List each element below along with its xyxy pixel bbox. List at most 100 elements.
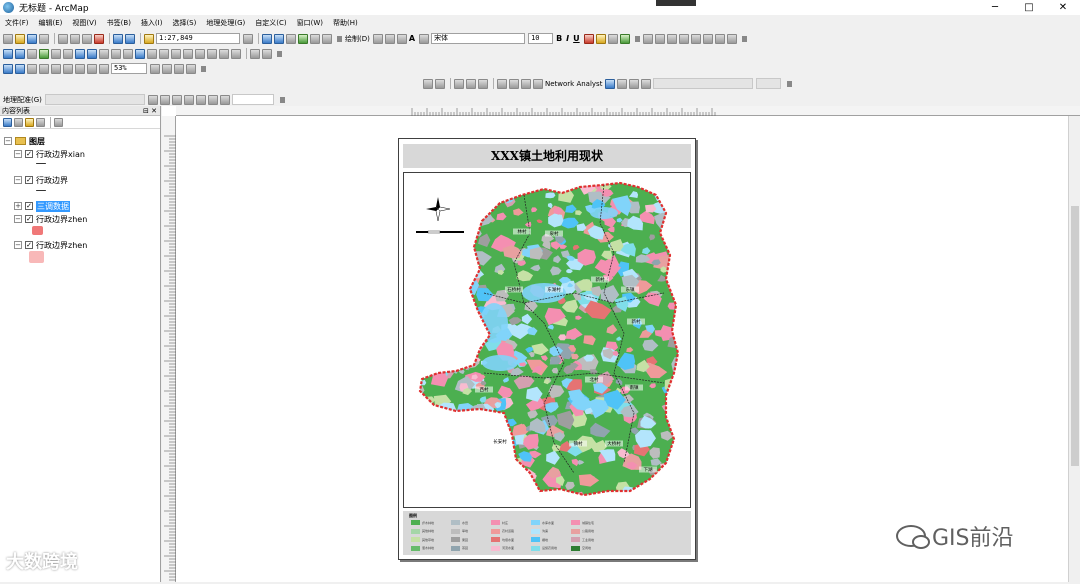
layer-name[interactable]: 行政边界zhen — [36, 214, 87, 225]
na-build-icon[interactable] — [509, 78, 519, 89]
swipe-icon[interactable] — [250, 48, 260, 59]
layer-name[interactable]: 行政边界 — [36, 175, 68, 186]
order-icon[interactable] — [690, 33, 701, 44]
menu-selection[interactable]: 选择(S) — [167, 16, 201, 30]
editor-icon[interactable] — [243, 33, 253, 44]
list-by-drawing-order-icon[interactable] — [3, 117, 12, 127]
layer-visibility-checkbox[interactable]: ✓ — [25, 176, 33, 184]
ungroup-icon[interactable] — [678, 33, 689, 44]
flicker-icon[interactable] — [262, 48, 272, 59]
select-elements-icon[interactable] — [372, 33, 383, 44]
scrollbar-thumb[interactable] — [1071, 206, 1079, 466]
na-layer-combo[interactable] — [653, 78, 754, 89]
menu-customize[interactable]: 自定义(C) — [250, 16, 291, 30]
na-properties-icon[interactable] — [521, 78, 531, 89]
hyperlink-icon[interactable] — [147, 48, 157, 59]
rotate-icon[interactable] — [384, 33, 395, 44]
change-layout-icon[interactable] — [174, 63, 184, 74]
full-extent-icon[interactable] — [39, 48, 49, 59]
zoom-whole-page-icon[interactable] — [39, 63, 49, 74]
toc-pin-close[interactable]: ⊟ ✕ — [143, 106, 157, 116]
focus-data-frame-icon[interactable] — [162, 63, 172, 74]
layer-name[interactable]: 行政边界xian — [36, 149, 85, 160]
bold-button[interactable]: B — [556, 34, 562, 43]
na-new-analysis-icon[interactable] — [423, 78, 433, 89]
snap-icon[interactable] — [714, 33, 725, 44]
font-color-icon[interactable] — [583, 33, 594, 44]
new-icon[interactable] — [3, 33, 13, 44]
callout-icon[interactable] — [419, 33, 430, 44]
time-slider-icon[interactable] — [219, 48, 229, 59]
na-window-toggle-icon[interactable] — [605, 78, 616, 89]
na-solve-icon[interactable] — [478, 78, 488, 89]
rectangle-icon[interactable] — [396, 33, 407, 44]
collapse-icon[interactable]: − — [14, 241, 22, 249]
georef-rotate-icon[interactable] — [147, 94, 158, 105]
measure-icon[interactable] — [171, 48, 181, 59]
toolbar-grip[interactable] — [741, 35, 747, 42]
clear-selection-icon[interactable] — [111, 48, 121, 59]
zoom-in-icon[interactable] — [3, 48, 13, 59]
undo-icon[interactable] — [113, 33, 123, 44]
na-edit-icon[interactable] — [617, 78, 628, 89]
text-tool[interactable]: A — [409, 34, 415, 43]
na-directions-icon[interactable] — [497, 78, 507, 89]
marker-color-icon[interactable] — [619, 33, 630, 44]
save-icon[interactable] — [27, 33, 37, 44]
georef-value-input[interactable] — [231, 94, 274, 105]
font-name-combo[interactable]: 宋体 — [431, 33, 526, 44]
toolbar-grip[interactable] — [634, 35, 640, 42]
line-color-icon[interactable] — [607, 33, 618, 44]
add-data-icon[interactable] — [144, 33, 154, 44]
align-icon[interactable] — [642, 33, 653, 44]
search-window-icon[interactable] — [286, 33, 296, 44]
grid-icon[interactable] — [726, 33, 737, 44]
menu-insert[interactable]: 插入(I) — [136, 16, 168, 30]
na-move-icon[interactable] — [466, 78, 476, 89]
georef-view-links-icon[interactable] — [195, 94, 206, 105]
layer-row[interactable]: − ✓ 行政边界 — [14, 174, 68, 186]
layer-row[interactable]: − ✓ 行政边界zhen — [14, 213, 87, 225]
open-icon[interactable] — [15, 33, 25, 44]
map-scale-combo[interactable]: 1:27,849 — [156, 33, 240, 44]
fixed-zoom-in-layout-icon[interactable] — [63, 63, 73, 74]
layer-name-selected[interactable]: 三调数据 — [36, 200, 70, 212]
maximize-button[interactable]: □ — [1012, 0, 1046, 15]
layer-row[interactable]: + ✓ 三调数据 — [14, 200, 70, 212]
data-frame[interactable]: 林村 泉村 新村 东镇 新村 石桥村 东湖村 南镇 北村 长安村 镇村 大桥村 下湖 西村 — [403, 172, 691, 508]
toolbar-grip[interactable] — [277, 50, 282, 57]
na-create-icon[interactable] — [435, 78, 445, 89]
collapse-icon[interactable]: − — [14, 150, 22, 158]
fill-symbol[interactable] — [29, 251, 44, 263]
na-layer-combo-2[interactable] — [756, 78, 782, 89]
cut-icon[interactable] — [58, 33, 68, 44]
layer-visibility-checkbox[interactable]: ✓ — [25, 202, 33, 210]
italic-button[interactable]: I — [566, 34, 569, 43]
identify-icon[interactable] — [135, 48, 145, 59]
na-select-icon[interactable] — [454, 78, 464, 89]
catalog-icon[interactable] — [274, 33, 284, 44]
find-icon[interactable] — [183, 48, 193, 59]
data-driven-pages-icon[interactable] — [186, 63, 196, 74]
georef-viewer-icon[interactable] — [219, 94, 230, 105]
layer-visibility-checkbox[interactable]: ✓ — [25, 215, 33, 223]
georef-add-points-icon[interactable] — [183, 94, 194, 105]
toolbar-grip[interactable] — [787, 80, 793, 87]
table-icon[interactable] — [262, 33, 272, 44]
menu-file[interactable]: 文件(F) — [0, 16, 34, 30]
font-size-combo[interactable]: 10 — [528, 33, 554, 44]
viewer-icon[interactable] — [231, 48, 241, 59]
fill-color-icon[interactable] — [595, 33, 606, 44]
toolbar-grip[interactable] — [279, 96, 285, 103]
minimize-button[interactable]: ─ — [978, 0, 1012, 15]
previous-extent-icon[interactable] — [87, 63, 97, 74]
next-extent-icon[interactable] — [99, 63, 109, 74]
copy-icon[interactable] — [70, 33, 80, 44]
fixed-zoom-in-icon[interactable] — [51, 48, 61, 59]
menu-help[interactable]: 帮助(H) — [328, 16, 363, 30]
georeferencing-menu[interactable]: 地理配准(G) — [3, 95, 42, 105]
layout-page[interactable]: XXX镇土地利用现状 林村 泉村 新村 东镇 新村 石桥村 东湖村 南镇 北村 … — [398, 138, 696, 560]
na-solve-2-icon[interactable] — [641, 78, 652, 89]
collapse-icon[interactable]: − — [14, 215, 22, 223]
georef-layer-combo[interactable] — [44, 94, 145, 105]
